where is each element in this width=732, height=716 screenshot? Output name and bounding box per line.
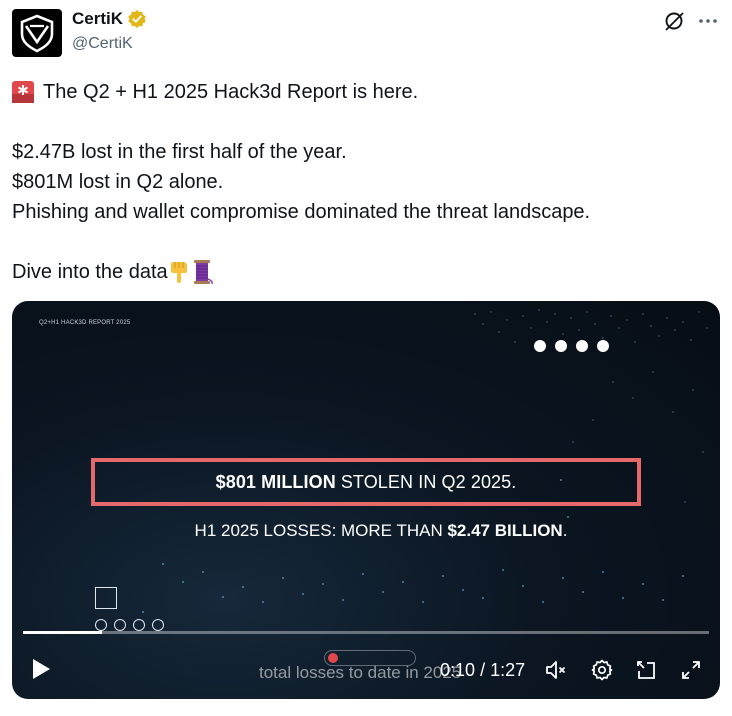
report-label: Q2+H1 HACK3D REPORT 2025 — [39, 320, 131, 326]
thread-spool-icon — [193, 260, 213, 285]
tweet-line-5: Dive into the data — [12, 261, 168, 283]
play-icon[interactable] — [30, 657, 52, 681]
time-separator: / — [480, 660, 486, 680]
decorative-dots — [534, 340, 609, 352]
verified-badge-icon — [128, 10, 146, 28]
circle — [133, 619, 145, 631]
author-handle[interactable]: @CertiK — [72, 35, 133, 53]
dot — [555, 340, 567, 352]
tweet-line-3: $801M lost in Q2 alone. — [12, 171, 224, 193]
avatar[interactable] — [12, 9, 62, 57]
video-time: 0:10 / 1:27 — [440, 660, 525, 681]
dot — [576, 340, 588, 352]
headline-rest: STOLEN IN Q2 2025. — [340, 471, 517, 492]
video-progress-bar[interactable] — [23, 631, 709, 634]
tweet-text: The Q2 + H1 2025 Hack3d Report is here. … — [12, 77, 712, 287]
circle — [152, 619, 164, 631]
video-progress-fill — [23, 631, 102, 634]
author-name[interactable]: CertiK — [72, 9, 123, 29]
subline-end: . — [562, 521, 568, 540]
subline-amount: $2.47 BILLION — [447, 521, 563, 540]
settings-icon[interactable] — [590, 658, 614, 682]
fullscreen-icon[interactable] — [679, 658, 703, 682]
subline-start: H1 2025 LOSSES: MORE THAN — [194, 521, 443, 540]
dot — [534, 340, 546, 352]
video-caption: total losses to date in 2025 — [259, 663, 462, 682]
losses-subline: H1 2025 LOSSES: MORE THAN $2.47 BILLION. — [12, 521, 720, 541]
circle — [95, 619, 107, 631]
pointing-down-icon — [170, 262, 187, 283]
siren-icon — [12, 81, 34, 103]
more-icon[interactable] — [697, 10, 719, 32]
duration: 1:27 — [490, 660, 526, 680]
decorative-square — [95, 587, 117, 609]
tweet-line-4: Phishing and wallet compromise dominated… — [12, 201, 591, 223]
tweet-line-1: The Q2 + H1 2025 Hack3d Report is here. — [43, 81, 419, 103]
tweet-line: The Q2 + H1 2025 Hack3d Report is here. — [12, 77, 712, 107]
headline-box: $801 MILLION STOLEN IN Q2 2025. — [91, 458, 641, 506]
certik-logo-icon — [20, 14, 54, 53]
tweet-line-2: $2.47B lost in the first half of the yea… — [12, 141, 347, 163]
record-dot — [328, 653, 338, 663]
headline-amount: $801 MILLION — [215, 471, 336, 492]
dot — [597, 340, 609, 352]
circle — [114, 619, 126, 631]
video-player[interactable]: Q2+H1 HACK3D REPORT 2025 $801 MILLION ST… — [12, 301, 720, 699]
pip-icon[interactable] — [634, 658, 658, 682]
decorative-circles — [95, 619, 164, 631]
mute-icon[interactable] — [544, 658, 568, 682]
author-name-row[interactable]: CertiK — [72, 9, 147, 29]
grok-icon[interactable] — [663, 10, 685, 32]
current-time: 0:10 — [440, 660, 476, 680]
